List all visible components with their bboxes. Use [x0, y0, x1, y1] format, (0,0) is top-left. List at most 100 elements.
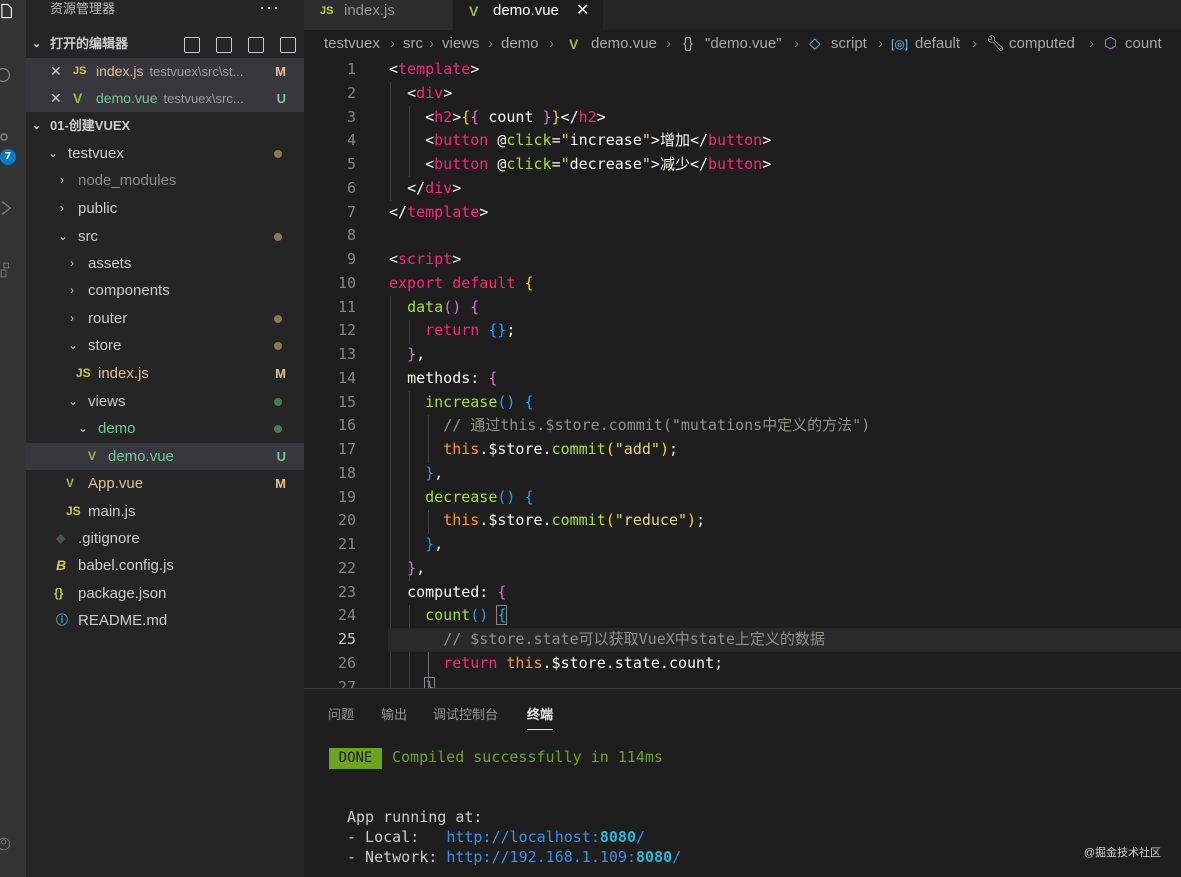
tree-file-app-vue[interactable]: V App.vue M [26, 470, 304, 497]
network-url[interactable]: http://192.168.1.109:8080/ [446, 848, 681, 866]
search-icon[interactable] [0, 67, 14, 83]
close-icon[interactable]: ✕ [576, 0, 589, 22]
local-label: - Local: [347, 828, 447, 846]
source-control-badge: 7 [0, 149, 16, 165]
code-text: }, [407, 558, 426, 577]
breadcrumb-item[interactable]: "demo.vue" [705, 30, 782, 58]
tree-label: public [78, 200, 118, 217]
code-text: decrease() { [425, 487, 534, 506]
panel-tab-debug-console[interactable]: 调试控制台 [433, 704, 498, 723]
tree-file-package-json[interactable]: {} package.json [26, 580, 304, 607]
breadcrumb-item[interactable]: default [915, 30, 960, 58]
open-editor-demo-vue[interactable]: ✕ V demo.vue testvuex\src... U [26, 85, 304, 112]
chevron-right-icon: › [60, 173, 64, 187]
breadcrumb-separator-icon: › [390, 35, 395, 52]
close-icon[interactable]: ✕ [50, 85, 62, 112]
save-all-icon[interactable] [248, 37, 264, 53]
tree-file-index-js[interactable]: JS index.js M [26, 360, 304, 387]
code-line: 12 return {}; [304, 319, 1181, 343]
line-number: 7 [346, 202, 356, 221]
accounts-icon[interactable] [0, 836, 14, 852]
open-editor-name: index.js [96, 63, 144, 79]
info-file-icon: ⓘ [56, 613, 69, 627]
tab-demo-vue[interactable]: V demo.vue ✕ [453, 0, 603, 30]
breadcrumb-item[interactable]: views [442, 30, 480, 58]
tree-label: demo.vue [108, 448, 174, 465]
line-number: 16 [337, 416, 356, 435]
breadcrumb-item[interactable]: computed [1009, 30, 1075, 58]
source-control-icon[interactable] [0, 133, 14, 149]
tree-folder-src[interactable]: ⌄ src [26, 223, 304, 250]
line-number: 8 [346, 226, 356, 245]
code-text: } [389, 676, 436, 688]
tree-folder-testvuex[interactable]: ⌄ testvuex [26, 140, 304, 167]
close-icon[interactable]: ✕ [50, 58, 62, 85]
extensions-icon[interactable] [0, 262, 14, 278]
tree-folder-router[interactable]: › router [26, 305, 304, 332]
code-text: this.$store.commit("add"); [443, 440, 678, 458]
tree-file-babel-config[interactable]: B babel.config.js [26, 552, 304, 579]
babel-file-icon: B [56, 557, 67, 573]
code-text: return {}; [425, 321, 516, 340]
panel-tab-terminal[interactable]: 终端 [527, 704, 554, 730]
local-port: 8080 [599, 828, 636, 846]
bottom-panel: 问题 输出 调试控制台 终端 DONE Compiled successfull… [304, 688, 1181, 877]
code-text: this.$store.commit("reduce"); [443, 511, 706, 530]
open-editor-path: testvuex\src... [163, 91, 244, 106]
breadcrumb-item[interactable]: src [403, 30, 423, 58]
breadcrumb: testvuex › src › views › demo › V demo.v… [304, 30, 1181, 58]
tree-file-readme[interactable]: ⓘ README.md [26, 607, 304, 634]
code-text: <script> [389, 250, 462, 268]
close-all-icon[interactable] [280, 37, 296, 53]
breadcrumb-item[interactable]: count [1125, 30, 1162, 58]
code-text: // 通过this.$store.commit("mutations中定义的方法… [443, 416, 871, 435]
code-line: 26 return this.$store.state.count; [304, 652, 1181, 676]
chevron-down-icon: ⌄ [68, 394, 79, 408]
panel-tab-problems[interactable]: 问题 [328, 704, 354, 723]
open-editor-label: index.js testvuex\src\st... [96, 58, 243, 85]
new-file-icon[interactable] [184, 37, 200, 53]
chevron-down-icon: ⌄ [32, 38, 42, 50]
code-text: // $store.state可以获取VueX中state上定义的数据 [443, 630, 825, 648]
line-number: 17 [337, 440, 356, 458]
run-debug-icon[interactable] [0, 200, 14, 216]
open-editor-index-js[interactable]: ✕ JS index.js testvuex\src\st... M [26, 58, 304, 85]
open-editors-section[interactable]: ⌄ 打开的编辑器 [26, 31, 304, 57]
panel-tab-output[interactable]: 输出 [381, 704, 407, 723]
line-number: 9 [346, 250, 356, 268]
breadcrumb-item[interactable]: testvuex [324, 30, 380, 58]
new-folder-icon[interactable] [216, 37, 232, 53]
tree-folder-node-modules[interactable]: › node_modules [26, 167, 304, 194]
chevron-right-icon: › [70, 311, 74, 325]
tree-label: README.md [78, 612, 168, 629]
code-line: 18 }, [304, 462, 1181, 486]
tree-folder-components[interactable]: › components [26, 277, 304, 304]
git-status-badge: M [275, 476, 286, 491]
code-line: 9 <script> [304, 248, 1181, 272]
tree-folder-public[interactable]: › public [26, 195, 304, 222]
line-number: 12 [337, 321, 356, 340]
tab-index-js[interactable]: JS index.js [304, 0, 452, 30]
code-line-current: 25 // $store.state可以获取VueX中state上定义的数据 [304, 628, 1181, 652]
line-number: 4 [346, 131, 356, 150]
tree-folder-store[interactable]: ⌄ store [26, 332, 304, 359]
js-file-icon: JS [73, 65, 87, 77]
tree-file-main-js[interactable]: JS main.js [26, 498, 304, 525]
code-line: 13 }, [304, 343, 1181, 367]
breadcrumb-separator-icon: › [666, 35, 671, 52]
running-label: App running at: [347, 808, 483, 826]
breadcrumb-item[interactable]: script [831, 30, 867, 58]
breadcrumb-item[interactable]: demo [501, 30, 539, 58]
tree-folder-assets[interactable]: › assets [26, 250, 304, 277]
tree-folder-views[interactable]: ⌄ views [26, 388, 304, 415]
local-url[interactable]: http://localhost:8080/ [446, 828, 645, 846]
breadcrumb-item[interactable]: demo.vue [591, 30, 657, 58]
tree-file-demo-vue[interactable]: V demo.vue U [26, 443, 304, 470]
explorer-icon[interactable] [0, 3, 14, 19]
more-actions-button[interactable]: ··· [259, 0, 280, 18]
json-file-icon: {} [54, 586, 64, 600]
tree-file-gitignore[interactable]: ◆ .gitignore [26, 525, 304, 552]
workspace-section[interactable]: ⌄ 01-创建VUEX [26, 113, 304, 139]
tree-folder-demo[interactable]: ⌄ demo [26, 415, 304, 442]
code-editor[interactable]: 1 <template> 2 <div> 3 <h2>{{ count }}</h… [304, 58, 1181, 688]
